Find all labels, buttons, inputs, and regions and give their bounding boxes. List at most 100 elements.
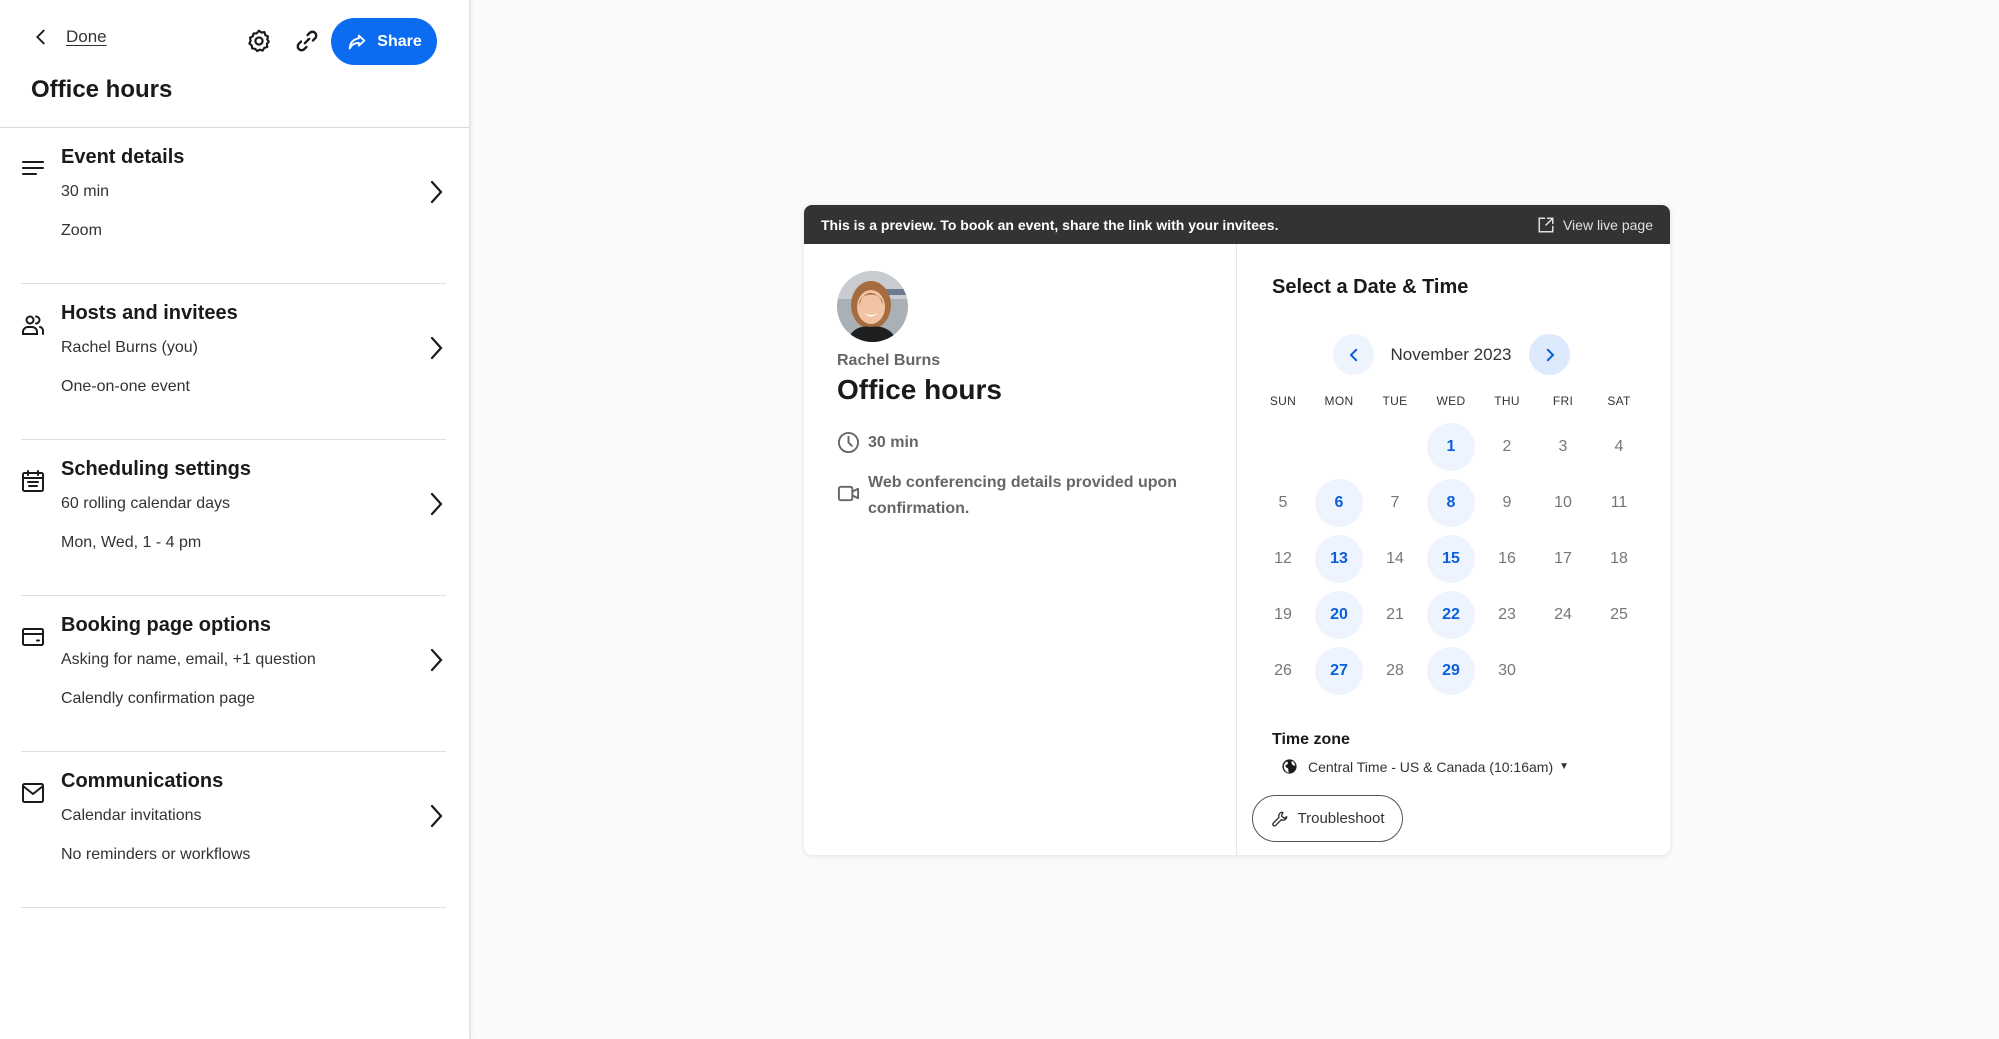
preview-message: This is a preview. To book an event, sha… — [821, 216, 1279, 233]
calendar-empty-cell — [1255, 419, 1311, 475]
section-detail: 30 min — [61, 183, 110, 200]
settings-sections: Event details 30 min Zoom Hosts and invi… — [0, 128, 469, 908]
duration-detail: 30 min — [837, 430, 919, 456]
day-number: 21 — [1386, 606, 1404, 623]
calendar-day-available[interactable]: 8 — [1423, 475, 1479, 531]
gear-icon — [248, 29, 270, 53]
day-number: 13 — [1330, 550, 1348, 567]
section-scheduling-settings[interactable]: Scheduling settings 60 rolling calendar … — [21, 440, 446, 596]
avatar-image — [837, 271, 908, 342]
weekday-label: SUN — [1269, 394, 1297, 408]
day-number: 17 — [1554, 550, 1572, 567]
section-title: Booking page options — [61, 614, 271, 636]
day-number: 5 — [1278, 494, 1288, 511]
calendar-day-available[interactable]: 13 — [1311, 531, 1367, 587]
calendar-week: 12 13 14 15 16 17 18 — [1255, 531, 1647, 587]
previous-month-button[interactable] — [1333, 334, 1374, 375]
select-date-title: Select a Date & Time — [1272, 276, 1469, 298]
timezone-value: Central Time - US & Canada (10:16am) — [1308, 758, 1554, 775]
calendar-day: 21 — [1367, 587, 1423, 643]
day-number: 14 — [1386, 550, 1404, 567]
day-number: 2 — [1502, 438, 1512, 455]
event-type-title: Office hours — [31, 76, 173, 103]
calendar-day: 28 — [1367, 643, 1423, 699]
day-number: 7 — [1390, 494, 1400, 511]
month-label: November 2023 — [1390, 345, 1512, 364]
booking-page-preview: This is a preview. To book an event, sha… — [804, 205, 1670, 855]
day-number: 6 — [1334, 494, 1344, 511]
timezone-label: Time zone — [1272, 731, 1350, 748]
host-name: Rachel Burns — [837, 352, 941, 369]
conferencing-text: Web conferencing details provided upon c… — [868, 474, 1178, 517]
conferencing-detail: Web conferencing details provided upon c… — [837, 470, 1207, 522]
view-live-page-label: View live page — [1562, 216, 1653, 233]
chevron-right-icon — [430, 804, 443, 828]
share-button[interactable]: Share — [331, 18, 437, 65]
preview-banner: This is a preview. To book an event, sha… — [804, 205, 1670, 244]
section-event-details[interactable]: Event details 30 min Zoom — [21, 128, 446, 284]
day-number: 24 — [1554, 606, 1572, 623]
calendar-day: 9 — [1479, 475, 1535, 531]
share-label: Share — [377, 32, 422, 50]
globe-icon — [1282, 759, 1297, 774]
day-number: 20 — [1330, 606, 1348, 623]
day-number: 12 — [1274, 550, 1292, 567]
mail-icon — [22, 783, 44, 803]
calendar-day-available[interactable]: 29 — [1423, 643, 1479, 699]
weekday-label: FRI — [1552, 394, 1574, 408]
chevron-right-icon — [430, 492, 443, 516]
section-detail: Asking for name, email, +1 question — [61, 651, 316, 668]
calendar-day-available[interactable]: 6 — [1311, 475, 1367, 531]
calendar-day-available[interactable]: 20 — [1311, 587, 1367, 643]
calendar-day-available[interactable]: 15 — [1423, 531, 1479, 587]
section-communications[interactable]: Communications Calendar invitations No r… — [21, 752, 446, 908]
calendar-day: 7 — [1367, 475, 1423, 531]
calendar-day: 26 — [1255, 643, 1311, 699]
view-live-page-link[interactable]: View live page — [1537, 216, 1653, 234]
sidebar-header: Done Share Office hours — [0, 0, 469, 128]
next-month-button[interactable] — [1529, 334, 1570, 375]
weekday-label: TUE — [1382, 394, 1408, 408]
calendar-day: 19 — [1255, 587, 1311, 643]
weekday-label: WED — [1436, 394, 1466, 408]
calendar-empty-cell — [1535, 643, 1591, 699]
calendar-empty-cell — [1367, 419, 1423, 475]
section-hosts-invitees[interactable]: Hosts and invitees Rachel Burns (you) On… — [21, 284, 446, 440]
section-detail: 60 rolling calendar days — [61, 495, 230, 512]
day-number: 10 — [1554, 494, 1572, 511]
month-navigation: November 2023 — [1333, 334, 1570, 375]
section-detail: Mon, Wed, 1 - 4 pm — [61, 534, 202, 551]
section-detail: Calendly confirmation page — [61, 690, 255, 707]
calendar-day: 4 — [1591, 419, 1647, 475]
calendar-icon — [22, 470, 44, 492]
section-detail: One-on-one event — [61, 378, 190, 395]
calendar-day-available[interactable]: 1 — [1423, 419, 1479, 475]
copy-link-button[interactable] — [292, 26, 322, 56]
calendar-week: 26 27 28 29 30 — [1255, 643, 1647, 699]
section-detail: Zoom — [61, 222, 102, 239]
calendar-week: 1 2 3 4 — [1255, 419, 1647, 475]
host-avatar — [837, 271, 908, 342]
done-button[interactable]: Done — [30, 26, 107, 48]
day-number: 27 — [1330, 662, 1348, 679]
calendar-day-available[interactable]: 27 — [1311, 643, 1367, 699]
troubleshoot-button[interactable]: Troubleshoot — [1252, 795, 1403, 842]
duration-text: 30 min — [868, 434, 919, 451]
video-camera-icon — [837, 485, 860, 502]
settings-button[interactable] — [244, 26, 274, 56]
event-info-pane: Rachel Burns Office hours 30 min Web con… — [804, 244, 1237, 855]
wrench-icon — [1271, 811, 1287, 826]
day-number: 9 — [1502, 494, 1512, 511]
section-booking-page-options[interactable]: Booking page options Asking for name, em… — [21, 596, 446, 752]
timezone-select[interactable]: Central Time - US & Canada (10:16am) ▼ — [1281, 758, 1569, 775]
section-detail: Rachel Burns (you) — [61, 339, 198, 356]
chevron-right-icon — [430, 180, 443, 204]
calendar-day: 10 — [1535, 475, 1591, 531]
calendar-day: 17 — [1535, 531, 1591, 587]
day-number: 29 — [1442, 662, 1460, 679]
calendar-day-available[interactable]: 22 — [1423, 587, 1479, 643]
calendar-day: 16 — [1479, 531, 1535, 587]
link-icon — [296, 30, 318, 52]
calendar-day: 14 — [1367, 531, 1423, 587]
chevron-right-icon — [430, 648, 443, 672]
